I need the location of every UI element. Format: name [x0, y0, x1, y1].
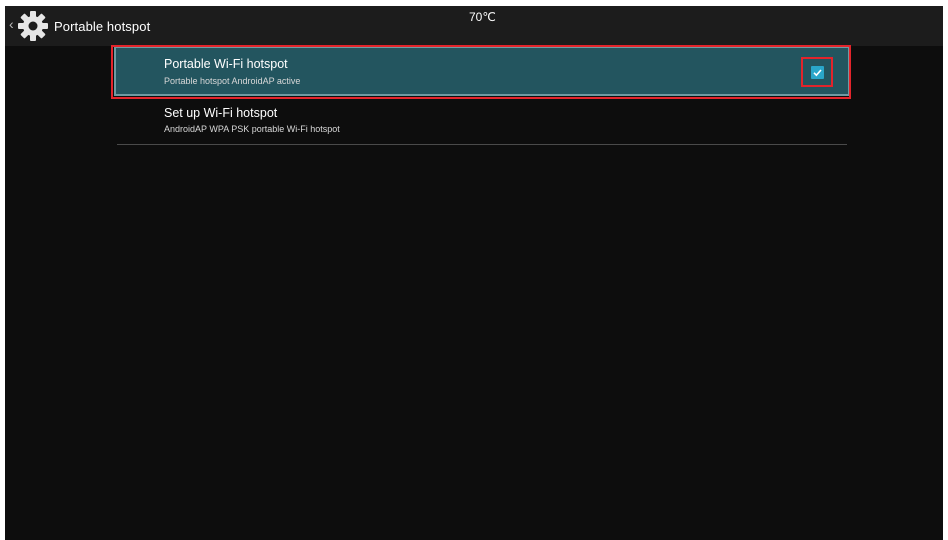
check-icon — [813, 69, 822, 77]
gear-icon[interactable] — [17, 10, 49, 42]
list-divider — [117, 144, 847, 145]
setting-summary: Portable hotspot AndroidAP active — [164, 76, 301, 86]
hotspot-checkbox[interactable] — [811, 66, 824, 79]
setting-title: Set up Wi-Fi hotspot — [164, 106, 278, 120]
setting-summary: AndroidAP WPA PSK portable Wi-Fi hotspot — [164, 124, 340, 134]
page-title: Portable hotspot — [54, 19, 151, 34]
portable-wifi-hotspot-setting[interactable]: Portable Wi-Fi hotspot Portable hotspot … — [114, 46, 850, 96]
checkbox-highlight — [801, 57, 833, 87]
temperature-readout: 70℃ — [469, 10, 496, 24]
action-bar: ‹ Portable hotspot 70℃ — [5, 6, 943, 46]
setup-wifi-hotspot-setting[interactable]: Set up Wi-Fi hotspot AndroidAP WPA PSK p… — [114, 99, 850, 143]
chevron-left-icon[interactable]: ‹ — [9, 17, 14, 31]
android-screen: ‹ Portable hotspot 70℃ Portable Wi-Fi ho… — [5, 6, 943, 540]
setting-title: Portable Wi-Fi hotspot — [164, 57, 288, 71]
